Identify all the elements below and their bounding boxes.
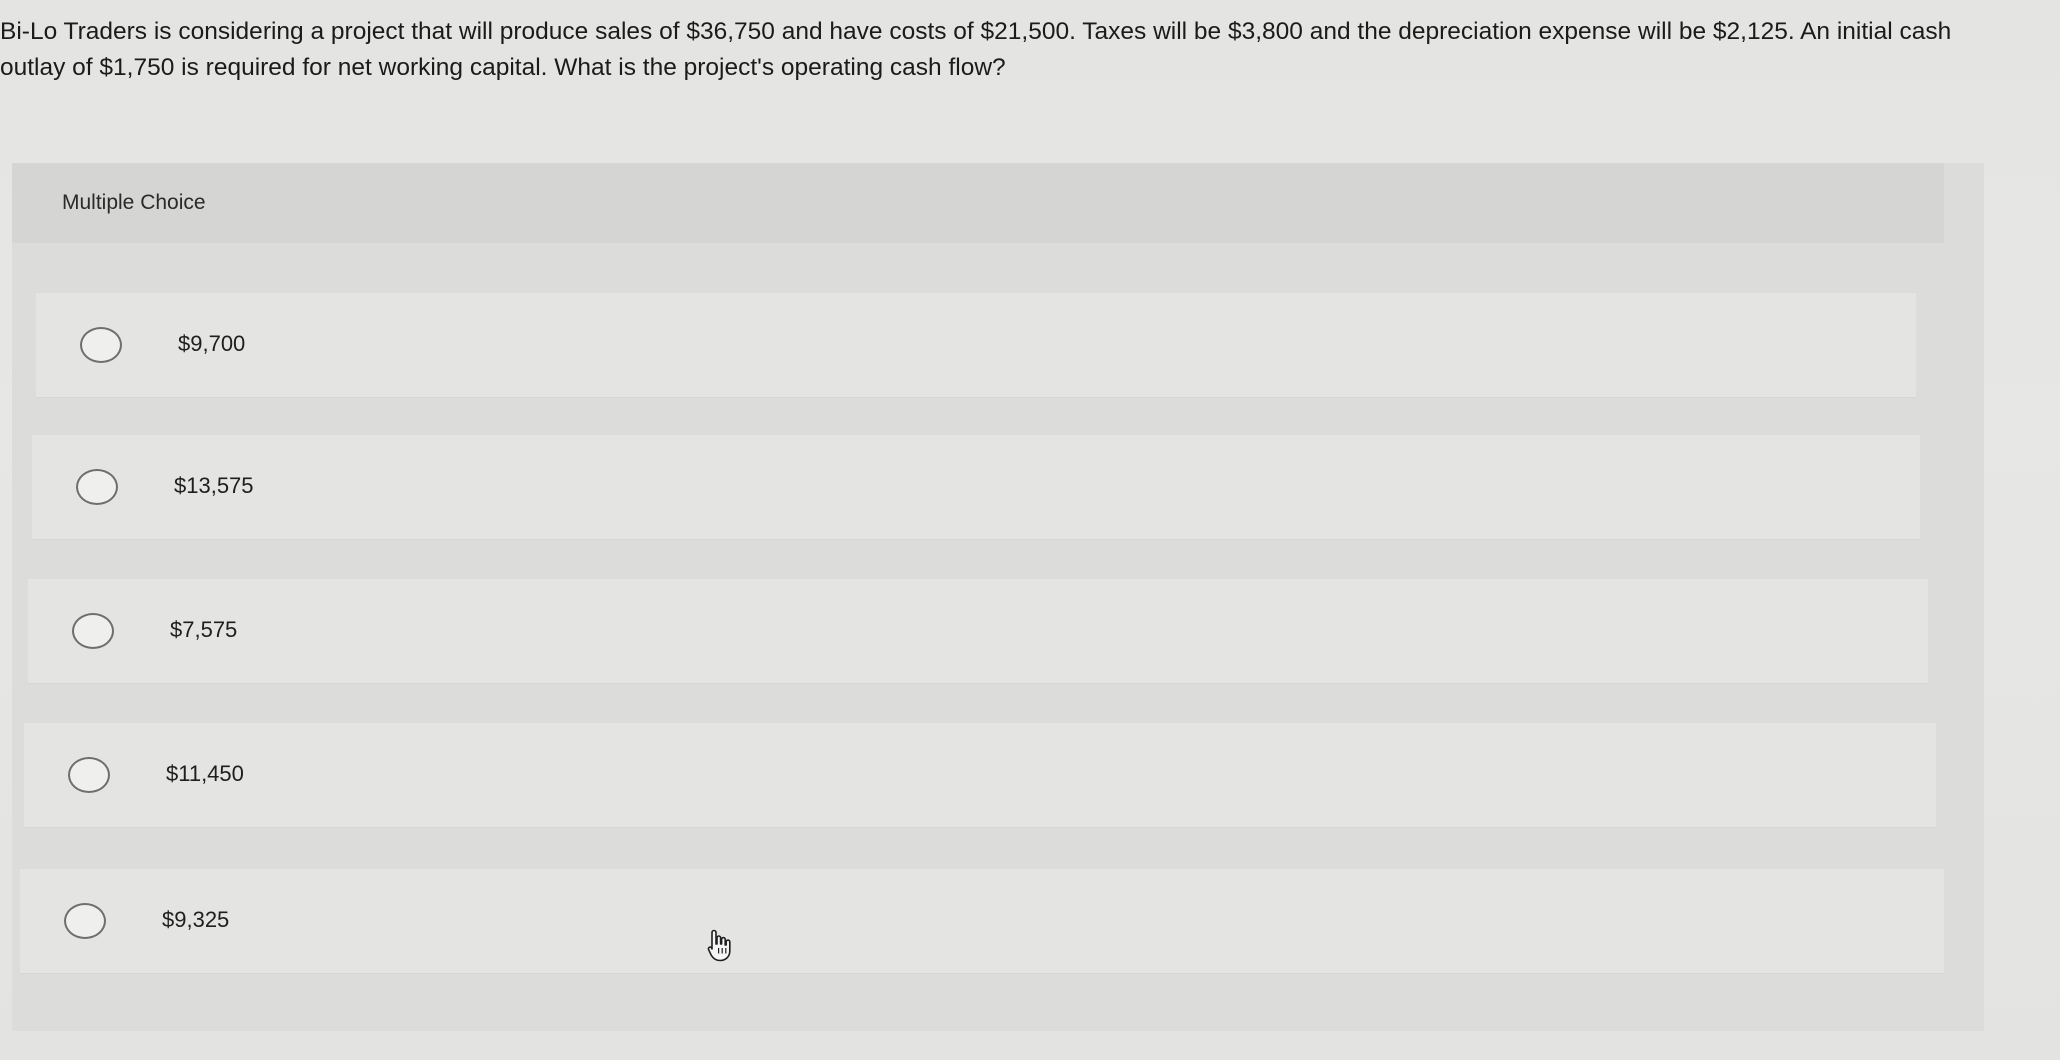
option-label: $9,325 — [162, 907, 230, 932]
option-label: $7,575 — [170, 617, 238, 642]
option-4[interactable]: $11,450 — [24, 723, 1936, 827]
radio-unselected-icon[interactable] — [64, 903, 106, 939]
multiple-choice-panel: Multiple Choice $9,700 $13,575 $7,575 $1… — [12, 163, 1984, 1031]
question-text: Bi-Lo Traders is considering a project t… — [0, 18, 1952, 81]
radio-unselected-icon[interactable] — [76, 469, 118, 505]
option-1[interactable]: $9,700 — [36, 293, 1916, 397]
option-label: $13,575 — [174, 473, 254, 498]
option-label: $11,450 — [166, 761, 244, 786]
radio-unselected-icon[interactable] — [80, 327, 122, 363]
hand-pointer-icon — [707, 929, 731, 962]
option-2[interactable]: $13,575 — [32, 435, 1920, 539]
option-3[interactable]: $7,575 — [28, 579, 1928, 683]
radio-unselected-icon[interactable] — [72, 613, 114, 649]
option-label: $9,700 — [178, 331, 246, 356]
radio-unselected-icon[interactable] — [68, 757, 110, 793]
options-list: $9,700 $13,575 $7,575 $11,450 $9,325 — [12, 163, 1984, 1031]
option-5[interactable]: $9,325 — [20, 869, 1944, 973]
